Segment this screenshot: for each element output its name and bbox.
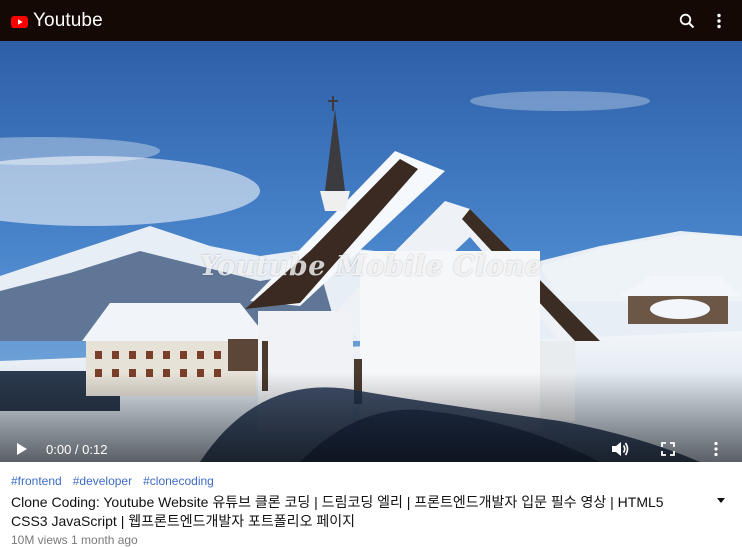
video-title: Clone Coding: Youtube Website 유튜브 클론 코딩 … [11,494,664,529]
hashtag-link[interactable]: #developer [73,474,132,488]
search-icon[interactable] [678,12,696,30]
hashtag-link[interactable]: #frontend [11,474,62,488]
hashtag-link[interactable]: #clonecoding [143,474,214,488]
brand[interactable]: Youtube [11,10,103,32]
player-more-vert-icon[interactable] [708,440,724,458]
youtube-logo-icon [11,15,28,28]
more-vert-icon[interactable] [710,12,728,30]
hashtags: #frontend #developer #clonecoding [11,474,732,490]
video-meta: 10M views 1 month ago [11,533,138,547]
video-info: #frontend #developer #clonecoding Clone Co… [0,462,742,547]
player-controls: 0:00 / 0:12 [0,437,742,461]
volume-icon[interactable] [610,440,630,458]
expand-caret-icon[interactable] [716,492,726,503]
video-player[interactable]: Youtube Mobile Clone 0:00 / 0:12 [0,41,742,462]
top-navbar: Youtube [0,0,742,41]
fullscreen-icon[interactable] [660,441,676,457]
app-title: Youtube [33,9,103,31]
time-display: 0:00 / 0:12 [46,442,108,457]
video-overlay-title: Youtube Mobile Clone [199,251,543,282]
play-icon[interactable] [14,440,30,458]
